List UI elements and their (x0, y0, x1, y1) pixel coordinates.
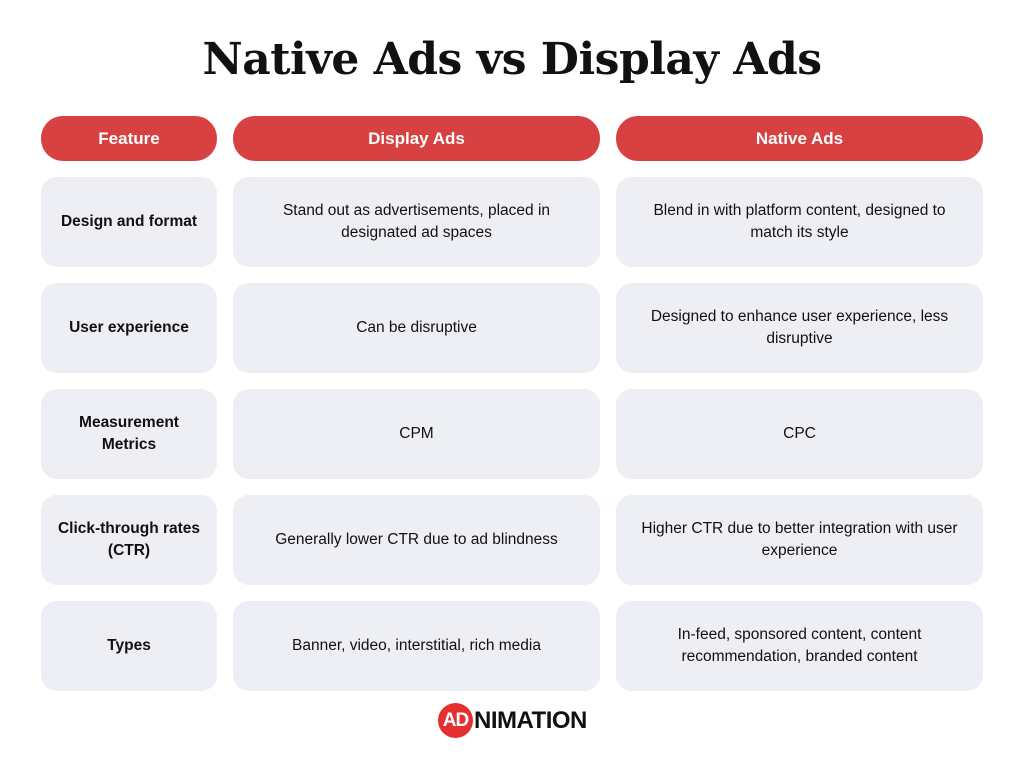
feature-cell: Click-through rates (CTR) (41, 495, 217, 585)
display-cell: Generally lower CTR due to ad blindness (233, 495, 600, 585)
display-cell: Can be disruptive (233, 283, 600, 373)
native-cell: Blend in with platform content, designed… (616, 177, 983, 267)
logo-badge: AD (438, 703, 473, 738)
feature-cell: Measurement Metrics (41, 389, 217, 479)
adnimation-logo: AD NIMATION (438, 703, 587, 738)
native-cell: Higher CTR due to better integration wit… (616, 495, 983, 585)
display-cell: Banner, video, interstitial, rich media (233, 601, 600, 691)
feature-cell: Design and format (41, 177, 217, 267)
display-cell: Stand out as advertisements, placed in d… (233, 177, 600, 267)
display-cell: CPM (233, 389, 600, 479)
feature-cell: Types (41, 601, 217, 691)
comparison-table: Feature Display Ads Native Ads Design an… (41, 116, 983, 691)
logo-text: NIMATION (474, 706, 587, 734)
native-cell: CPC (616, 389, 983, 479)
header-feature: Feature (41, 116, 217, 161)
feature-cell: User experience (41, 283, 217, 373)
native-cell: Designed to enhance user experience, les… (616, 283, 983, 373)
header-display-ads: Display Ads (233, 116, 600, 161)
native-cell: In-feed, sponsored content, content reco… (616, 601, 983, 691)
page-title: Native Ads vs Display Ads (202, 34, 823, 85)
header-native-ads: Native Ads (616, 116, 983, 161)
